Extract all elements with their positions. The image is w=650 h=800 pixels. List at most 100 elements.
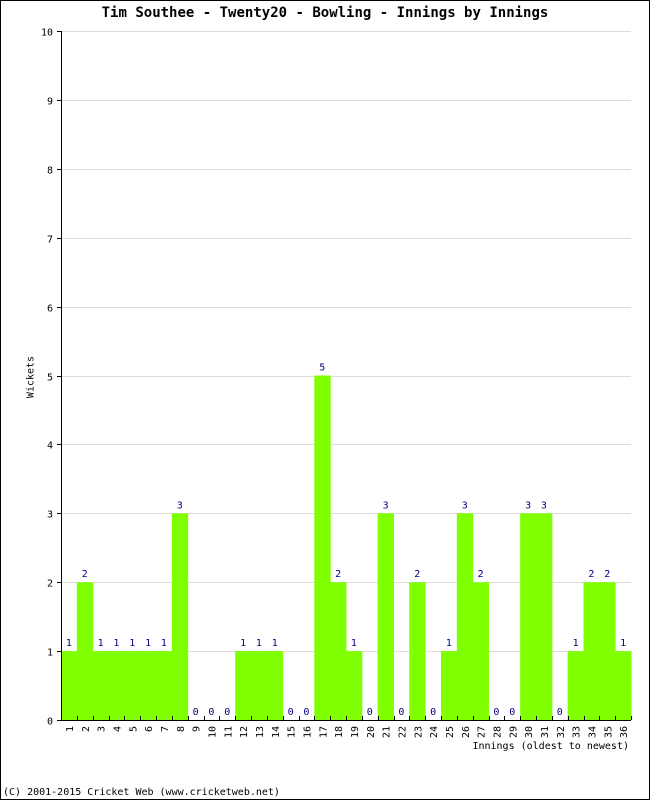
- x-tick-label: 14: [271, 726, 282, 738]
- x-tick-label: 9: [192, 726, 203, 732]
- x-tick-label: 1: [65, 726, 76, 732]
- data-label: 1: [446, 638, 452, 649]
- data-label: 1: [129, 638, 135, 649]
- y-tick-label: 3: [47, 510, 53, 521]
- data-label: 2: [604, 569, 610, 580]
- bar: [441, 651, 458, 720]
- x-tick-label: 13: [255, 726, 266, 738]
- bar: [520, 513, 537, 720]
- bar: [61, 651, 78, 720]
- x-tick-label: 25: [445, 726, 456, 738]
- bar: [377, 513, 394, 720]
- data-label: 1: [272, 638, 278, 649]
- x-tick-label: 11: [223, 726, 234, 738]
- x-tick-label: 18: [334, 726, 345, 738]
- x-tick-label: 21: [382, 726, 393, 738]
- bar: [266, 651, 284, 720]
- data-label: 1: [351, 638, 357, 649]
- data-label: 2: [588, 569, 594, 580]
- bar: [251, 651, 268, 720]
- data-label: 0: [398, 707, 404, 718]
- x-tick-label: 10: [207, 726, 218, 738]
- data-label: 0: [367, 707, 373, 718]
- bar: [409, 582, 426, 720]
- data-label: 0: [224, 707, 230, 718]
- x-tick-label: 2: [81, 726, 92, 732]
- bar: [76, 582, 94, 720]
- x-tick-label: 5: [128, 726, 139, 732]
- data-label: 3: [383, 500, 389, 511]
- y-tick-label: 9: [47, 97, 53, 108]
- bar: [567, 651, 584, 720]
- data-label: 0: [208, 707, 214, 718]
- bar: [108, 651, 125, 720]
- y-tick-label: 0: [47, 717, 53, 728]
- bar: [314, 375, 331, 720]
- data-label: 0: [493, 707, 499, 718]
- x-axis-label: Innings (oldest to newest): [472, 741, 629, 752]
- x-tick-label: 15: [287, 726, 298, 738]
- x-tick-label: 7: [160, 726, 171, 732]
- data-label: 5: [319, 363, 325, 374]
- bar: [615, 651, 632, 720]
- bar: [156, 651, 173, 720]
- data-label: 0: [430, 707, 436, 718]
- data-label: 0: [288, 707, 294, 718]
- data-label: 3: [541, 500, 547, 511]
- data-label: 2: [414, 569, 420, 580]
- data-label: 3: [177, 500, 183, 511]
- x-tick-label: 35: [603, 726, 614, 738]
- x-tick-label: 26: [461, 726, 472, 738]
- x-tick-label: 17: [318, 726, 329, 738]
- x-tick-label: 6: [144, 726, 155, 732]
- bar: [124, 651, 141, 720]
- y-tick-label: 6: [47, 304, 53, 315]
- x-tick-label: 8: [176, 726, 187, 732]
- bar: [171, 513, 189, 720]
- bar-chart: 012345678910121 1 1 1 130 0 01 1 10 0521030201320…: [41, 28, 632, 738]
- y-tick-label: 8: [47, 166, 53, 177]
- x-tick-label: 34: [587, 726, 598, 738]
- bar: [346, 651, 363, 720]
- x-tick-label: 4: [112, 726, 123, 732]
- data-label: 1: [98, 638, 104, 649]
- x-tick-label: 30: [524, 726, 535, 738]
- data-label: 3: [462, 500, 468, 511]
- copyright-footer: (C) 2001-2015 Cricket Web (www.cricketwe…: [3, 787, 280, 798]
- bar: [536, 513, 553, 720]
- data-label: 0: [303, 707, 309, 718]
- data-label: 0: [193, 707, 199, 718]
- data-label: 0: [557, 707, 563, 718]
- x-tick-label: 31: [540, 726, 551, 738]
- data-label: 2: [82, 569, 88, 580]
- data-label: 0: [509, 707, 515, 718]
- y-tick-label: 1: [47, 648, 53, 659]
- x-tick-label: 22: [397, 726, 408, 738]
- bar: [92, 651, 109, 720]
- x-tick-label: 3: [97, 726, 108, 732]
- data-label: 1: [145, 638, 151, 649]
- data-label: 1: [620, 638, 626, 649]
- y-tick-label: 10: [41, 28, 53, 39]
- x-tick-label: 19: [350, 726, 361, 738]
- data-label: 2: [478, 569, 484, 580]
- x-tick-label: 32: [556, 726, 567, 738]
- x-tick-label: 12: [239, 726, 250, 738]
- data-label: 1: [240, 638, 246, 649]
- data-label: 1: [161, 638, 167, 649]
- y-tick-label: 5: [47, 373, 53, 384]
- bar: [599, 582, 616, 720]
- x-tick-label: 33: [572, 726, 583, 738]
- bar: [472, 582, 489, 720]
- data-label: 1: [256, 638, 262, 649]
- bar: [583, 582, 600, 720]
- bar: [235, 651, 252, 720]
- data-label: 3: [525, 500, 531, 511]
- bar: [330, 582, 347, 720]
- data-label: 2: [335, 569, 341, 580]
- bar: [456, 513, 474, 720]
- x-tick-label: 27: [477, 726, 488, 738]
- x-tick-label: 23: [413, 726, 424, 738]
- y-tick-label: 4: [47, 441, 53, 452]
- data-label: 1: [66, 638, 72, 649]
